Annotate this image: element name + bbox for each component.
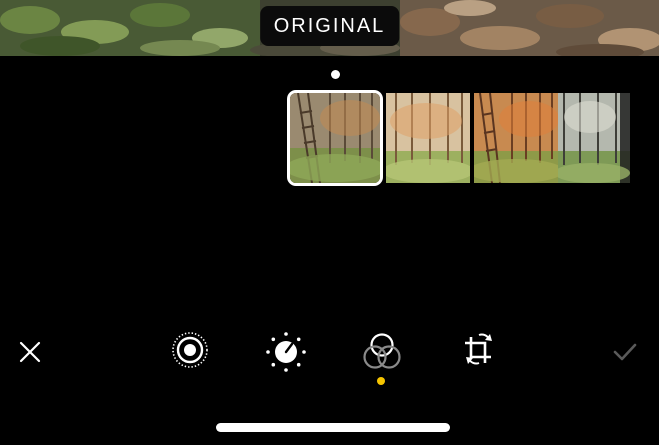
filter-thumbnail-vivid-warm[interactable]	[474, 93, 558, 183]
thumbnail-image	[386, 93, 470, 183]
selected-filter-marker	[331, 70, 340, 79]
filter-thumbnail-original[interactable]	[287, 90, 383, 186]
home-indicator[interactable]	[216, 423, 450, 432]
live-photo-button[interactable]	[168, 328, 212, 372]
cancel-button[interactable]	[13, 335, 47, 369]
thumbnail-image	[290, 93, 380, 183]
live-photo-icon	[172, 332, 208, 368]
thumbnail-image	[474, 93, 558, 183]
crop-rotate-button[interactable]	[456, 326, 502, 372]
checkmark-icon	[613, 343, 637, 361]
filters-button[interactable]	[358, 328, 406, 376]
photo-editor-screen: ORIGINAL	[0, 0, 659, 445]
filter-thumbnail-vivid[interactable]	[386, 93, 470, 183]
filter-strip[interactable]	[287, 90, 630, 186]
crop-rotate-icon	[465, 333, 492, 365]
done-button[interactable]	[608, 335, 642, 369]
thumbnail-image	[558, 93, 630, 183]
original-badge: ORIGINAL	[259, 6, 400, 46]
close-icon	[19, 341, 41, 363]
filters-icon	[363, 333, 401, 369]
filter-thumbnail-vivid-cool[interactable]	[558, 93, 630, 183]
active-tab-indicator	[377, 377, 385, 385]
adjust-button[interactable]	[262, 328, 310, 376]
adjust-dial-icon	[266, 332, 306, 372]
